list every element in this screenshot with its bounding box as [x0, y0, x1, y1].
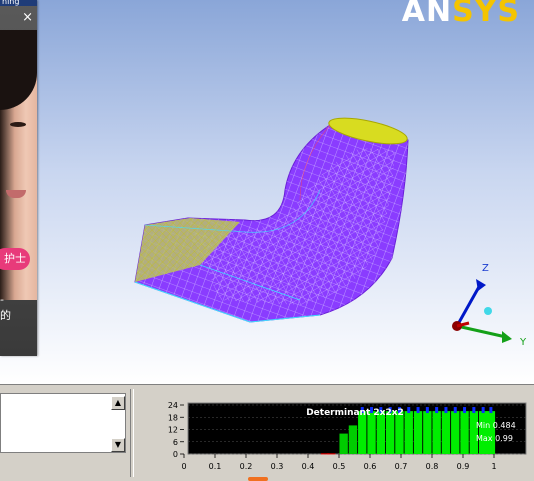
x-axis-ticks: 0 0.1 0.2 0.3 0.4 0.5 0.6 0.7 0.8 0.9 1 [181, 454, 497, 471]
histogram-marker [489, 407, 493, 414]
histogram-marker [453, 407, 457, 414]
determinant-histogram: 0 6 12 18 24 0 0.1 0.2 0.3 0.4 0.5 0.6 0.7 0.8 0.9 1 D… [168, 401, 527, 471]
graphics-viewport[interactable]: ANSYS ning × 护士 - 的 Z Y [0, 0, 534, 384]
histogram-bar [404, 411, 413, 454]
histogram-bar [327, 453, 336, 455]
x-tick-label: 0 [181, 462, 186, 471]
histogram-bar [460, 411, 469, 454]
popup-badge[interactable]: 护士 [0, 248, 30, 270]
popup-text: - 的 [0, 293, 11, 322]
histogram-marker [407, 407, 411, 414]
bottom-panel: ▲ ▼ 0 6 12 18 24 0 0.1 0.2 0.3 0.4 0.5 0.6 0.7 0.8 0.… [0, 384, 534, 481]
y-tick-label: 0 [173, 450, 178, 459]
histogram-bar [486, 411, 496, 454]
histogram-bar [348, 425, 358, 454]
y-tick-label: 12 [168, 426, 178, 435]
histogram-marker [444, 407, 448, 414]
y-tick-label: 24 [168, 401, 178, 410]
ad-popup[interactable]: ning × 护士 - 的 [0, 0, 37, 356]
histogram-bar [339, 433, 348, 454]
histogram-marker [463, 407, 467, 414]
histogram-marker [435, 407, 439, 414]
x-tick-label: 1 [491, 462, 496, 471]
x-tick-label: 0.2 [240, 462, 253, 471]
histogram-marker [481, 407, 485, 414]
y-tick-label: 6 [173, 438, 178, 447]
scroll-up-button[interactable]: ▲ [111, 396, 125, 410]
x-tick-label: 0.8 [426, 462, 439, 471]
min-label: Min 0.484 [476, 421, 516, 430]
axis-z-label: Z [482, 263, 489, 274]
histogram-bar [441, 411, 451, 454]
histogram-bar [423, 411, 432, 454]
histogram-bar [469, 411, 479, 454]
message-list[interactable]: ▲ ▼ [0, 393, 126, 453]
histogram-bar [478, 411, 488, 454]
close-icon[interactable]: × [22, 10, 33, 25]
x-tick-label: 0.3 [271, 462, 284, 471]
max-label: Max 0.99 [476, 434, 513, 443]
y-tick-label: 18 [168, 413, 178, 422]
x-tick-label: 0.9 [457, 462, 470, 471]
histogram-bar [413, 411, 423, 454]
progress-indicator [248, 477, 268, 481]
axis-triad[interactable]: Z Y [440, 255, 534, 355]
popup-header: ning [0, 0, 37, 6]
y-axis-ticks: 0 6 12 18 24 [168, 401, 184, 459]
panel-separator[interactable] [130, 389, 134, 477]
x-tick-label: 0.5 [333, 462, 346, 471]
x-tick-label: 0.4 [302, 462, 315, 471]
histogram-marker [472, 407, 476, 414]
scroll-down-button[interactable]: ▼ [111, 438, 125, 452]
histogram-bar [432, 411, 441, 454]
histogram-title: Determinant 2x2x2 [306, 408, 404, 418]
x-tick-label: 0.6 [364, 462, 377, 471]
histogram-marker [425, 407, 429, 414]
axis-y-label: Y [519, 337, 527, 348]
x-tick-label: 0.1 [209, 462, 222, 471]
histogram-marker [416, 407, 420, 414]
x-tick-label: 0.7 [395, 462, 408, 471]
histogram-bar [451, 411, 460, 454]
